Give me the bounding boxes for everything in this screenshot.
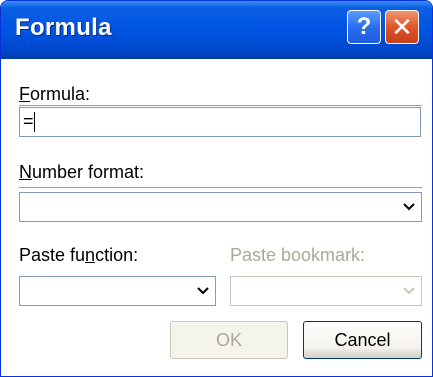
number-format-dropdown-button[interactable] bbox=[399, 195, 419, 219]
paste-function-select[interactable] bbox=[19, 276, 216, 306]
chevron-down-icon bbox=[403, 287, 415, 295]
help-button[interactable]: ? bbox=[347, 10, 381, 44]
number-format-label: Number format: bbox=[19, 162, 145, 182]
chevron-down-icon bbox=[403, 203, 415, 211]
help-icon: ? bbox=[356, 13, 372, 40]
paste-bookmark-label: Paste bookmark: bbox=[230, 245, 366, 265]
paste-bookmark-dropdown-button bbox=[399, 279, 419, 303]
close-button[interactable]: ✕ bbox=[385, 10, 419, 44]
title-bar[interactable]: Formula ? ✕ bbox=[1, 1, 432, 59]
formula-input[interactable]: = bbox=[19, 107, 421, 137]
number-format-select[interactable] bbox=[19, 192, 422, 222]
chevron-down-icon bbox=[197, 287, 209, 295]
paste-bookmark-select bbox=[230, 276, 422, 306]
ok-button-label: OK bbox=[215, 329, 242, 350]
dialog-body: Formula: = Number format: Paste function… bbox=[1, 59, 432, 376]
paste-function-label: Paste function: bbox=[19, 245, 139, 265]
dialog-title: Formula bbox=[15, 14, 112, 41]
formula-label: Formula: bbox=[19, 84, 91, 104]
formula-dialog: Formula ? ✕ Formula: = Number format: Pa… bbox=[0, 0, 433, 377]
cancel-button-label: Cancel bbox=[334, 329, 391, 350]
cancel-button[interactable]: Cancel bbox=[303, 321, 422, 359]
text-caret bbox=[34, 112, 35, 132]
formula-input-value: = bbox=[23, 111, 34, 131]
formula-divider bbox=[19, 105, 422, 106]
ok-button[interactable]: OK bbox=[170, 321, 288, 359]
paste-function-dropdown-button[interactable] bbox=[193, 279, 213, 303]
number-format-divider bbox=[19, 187, 422, 188]
close-icon: ✕ bbox=[391, 11, 413, 42]
